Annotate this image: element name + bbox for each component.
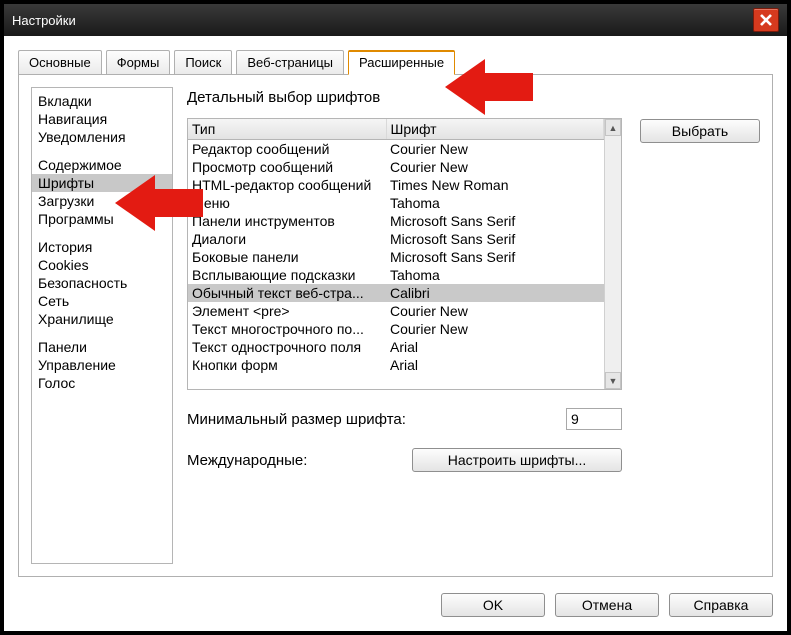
cell-type: Панели инструментов bbox=[188, 212, 386, 230]
select-button[interactable]: Выбрать bbox=[640, 119, 760, 143]
cell-font: Microsoft Sans Serif bbox=[386, 248, 604, 266]
titlebar: Настройки bbox=[4, 4, 787, 36]
sidebar-item[interactable]: Голос bbox=[32, 374, 172, 392]
cancel-button[interactable]: Отмена bbox=[555, 593, 659, 617]
cell-font: Tahoma bbox=[386, 194, 604, 212]
close-button[interactable] bbox=[753, 8, 779, 32]
tab-4[interactable]: Расширенные bbox=[348, 50, 455, 75]
settings-dialog: Настройки ОсновныеФормыПоискВеб-страницы… bbox=[0, 0, 791, 635]
table-row[interactable]: Панели инструментовMicrosoft Sans Serif bbox=[188, 212, 604, 230]
section-heading: Детальный выбор шрифтов bbox=[187, 89, 622, 106]
col-header-type[interactable]: Тип bbox=[188, 119, 386, 140]
cell-font: Times New Roman bbox=[386, 176, 604, 194]
main-content: Детальный выбор шрифтов Тип Шрифт bbox=[187, 87, 760, 564]
help-button[interactable]: Справка bbox=[669, 593, 773, 617]
cell-type: Обычный текст веб-стра... bbox=[188, 284, 386, 302]
international-row: Международные: Настроить шрифты... bbox=[187, 448, 622, 472]
cell-font: Courier New bbox=[386, 158, 604, 176]
cell-font: Microsoft Sans Serif bbox=[386, 230, 604, 248]
table-row[interactable]: Боковые панелиMicrosoft Sans Serif bbox=[188, 248, 604, 266]
international-label: Международные: bbox=[187, 452, 402, 469]
sidebar-item[interactable]: Загрузки bbox=[32, 192, 172, 210]
min-font-size-input[interactable] bbox=[566, 408, 622, 430]
sidebar-item[interactable]: Навигация bbox=[32, 110, 172, 128]
tab-panel-advanced: ВкладкиНавигацияУведомленияСодержимоеШри… bbox=[18, 74, 773, 577]
ok-button[interactable]: OK bbox=[441, 593, 545, 617]
table-row[interactable]: Редактор сообщенийCourier New bbox=[188, 140, 604, 159]
cell-type: Кнопки форм bbox=[188, 356, 386, 374]
configure-fonts-button[interactable]: Настроить шрифты... bbox=[412, 448, 622, 472]
cell-font: Microsoft Sans Serif bbox=[386, 212, 604, 230]
tab-3[interactable]: Веб-страницы bbox=[236, 50, 344, 75]
scroll-track[interactable] bbox=[605, 136, 621, 372]
sidebar-item[interactable]: Шрифты bbox=[32, 174, 172, 192]
cell-font: Calibri bbox=[386, 284, 604, 302]
tab-1[interactable]: Формы bbox=[106, 50, 171, 75]
table-row[interactable]: ДиалогиMicrosoft Sans Serif bbox=[188, 230, 604, 248]
main-column: Детальный выбор шрифтов Тип Шрифт bbox=[187, 87, 622, 564]
cell-font: Courier New bbox=[386, 320, 604, 338]
sidebar-separator bbox=[32, 328, 172, 338]
cell-font: Courier New bbox=[386, 140, 604, 159]
right-column: Выбрать bbox=[640, 87, 760, 564]
col-header-font[interactable]: Шрифт bbox=[386, 119, 604, 140]
cell-type: Текст однострочного поля bbox=[188, 338, 386, 356]
window-title: Настройки bbox=[12, 13, 753, 28]
font-table: Тип Шрифт Редактор сообщенийCourier NewП… bbox=[187, 118, 622, 390]
cell-type: HTML-редактор сообщений bbox=[188, 176, 386, 194]
table-row[interactable]: Элемент <pre>Courier New bbox=[188, 302, 604, 320]
cell-type: Диалоги bbox=[188, 230, 386, 248]
cell-type: Всплывающие подсказки bbox=[188, 266, 386, 284]
cell-type: Боковые панели bbox=[188, 248, 386, 266]
table-row[interactable]: Текст многострочного по...Courier New bbox=[188, 320, 604, 338]
table-row[interactable]: МенюTahoma bbox=[188, 194, 604, 212]
min-font-size-row: Минимальный размер шрифта: bbox=[187, 408, 622, 430]
cell-type: Элемент <pre> bbox=[188, 302, 386, 320]
sidebar-item[interactable]: Cookies bbox=[32, 256, 172, 274]
tabstrip: ОсновныеФормыПоискВеб-страницыРасширенны… bbox=[18, 50, 773, 75]
sidebar-separator bbox=[32, 228, 172, 238]
table-row[interactable]: HTML-редактор сообщенийTimes New Roman bbox=[188, 176, 604, 194]
sidebar-item[interactable]: Программы bbox=[32, 210, 172, 228]
sidebar-item[interactable]: Содержимое bbox=[32, 156, 172, 174]
sidebar-item[interactable]: Вкладки bbox=[32, 92, 172, 110]
cell-font: Tahoma bbox=[386, 266, 604, 284]
dialog-footer: OK Отмена Справка bbox=[4, 583, 787, 631]
cell-type: Редактор сообщений bbox=[188, 140, 386, 159]
min-font-size-label: Минимальный размер шрифта: bbox=[187, 411, 556, 428]
table-row[interactable]: Всплывающие подсказкиTahoma bbox=[188, 266, 604, 284]
cell-type: Текст многострочного по... bbox=[188, 320, 386, 338]
sidebar-item[interactable]: История bbox=[32, 238, 172, 256]
sidebar-item[interactable]: Управление bbox=[32, 356, 172, 374]
scroll-down-icon[interactable]: ▼ bbox=[605, 372, 621, 389]
table-row[interactable]: Обычный текст веб-стра...Calibri bbox=[188, 284, 604, 302]
sidebar-item[interactable]: Хранилище bbox=[32, 310, 172, 328]
cell-type: Меню bbox=[188, 194, 386, 212]
tab-0[interactable]: Основные bbox=[18, 50, 102, 75]
table-row[interactable]: Кнопки формArial bbox=[188, 356, 604, 374]
cell-font: Arial bbox=[386, 338, 604, 356]
sidebar-item[interactable]: Уведомления bbox=[32, 128, 172, 146]
dialog-body: ОсновныеФормыПоискВеб-страницыРасширенны… bbox=[4, 36, 787, 583]
sidebar: ВкладкиНавигацияУведомления СодержимоеШри… bbox=[31, 87, 173, 564]
cell-font: Arial bbox=[386, 356, 604, 374]
scroll-up-icon[interactable]: ▲ bbox=[605, 119, 621, 136]
sidebar-item[interactable]: Панели bbox=[32, 338, 172, 356]
table-row[interactable]: Текст однострочного поляArial bbox=[188, 338, 604, 356]
close-icon bbox=[759, 13, 773, 27]
table-scrollbar[interactable]: ▲ ▼ bbox=[604, 119, 621, 389]
sidebar-item[interactable]: Сеть bbox=[32, 292, 172, 310]
table-row[interactable]: Просмотр сообщенийCourier New bbox=[188, 158, 604, 176]
sidebar-item[interactable]: Безопасность bbox=[32, 274, 172, 292]
tab-2[interactable]: Поиск bbox=[174, 50, 232, 75]
cell-type: Просмотр сообщений bbox=[188, 158, 386, 176]
cell-font: Courier New bbox=[386, 302, 604, 320]
sidebar-separator bbox=[32, 146, 172, 156]
